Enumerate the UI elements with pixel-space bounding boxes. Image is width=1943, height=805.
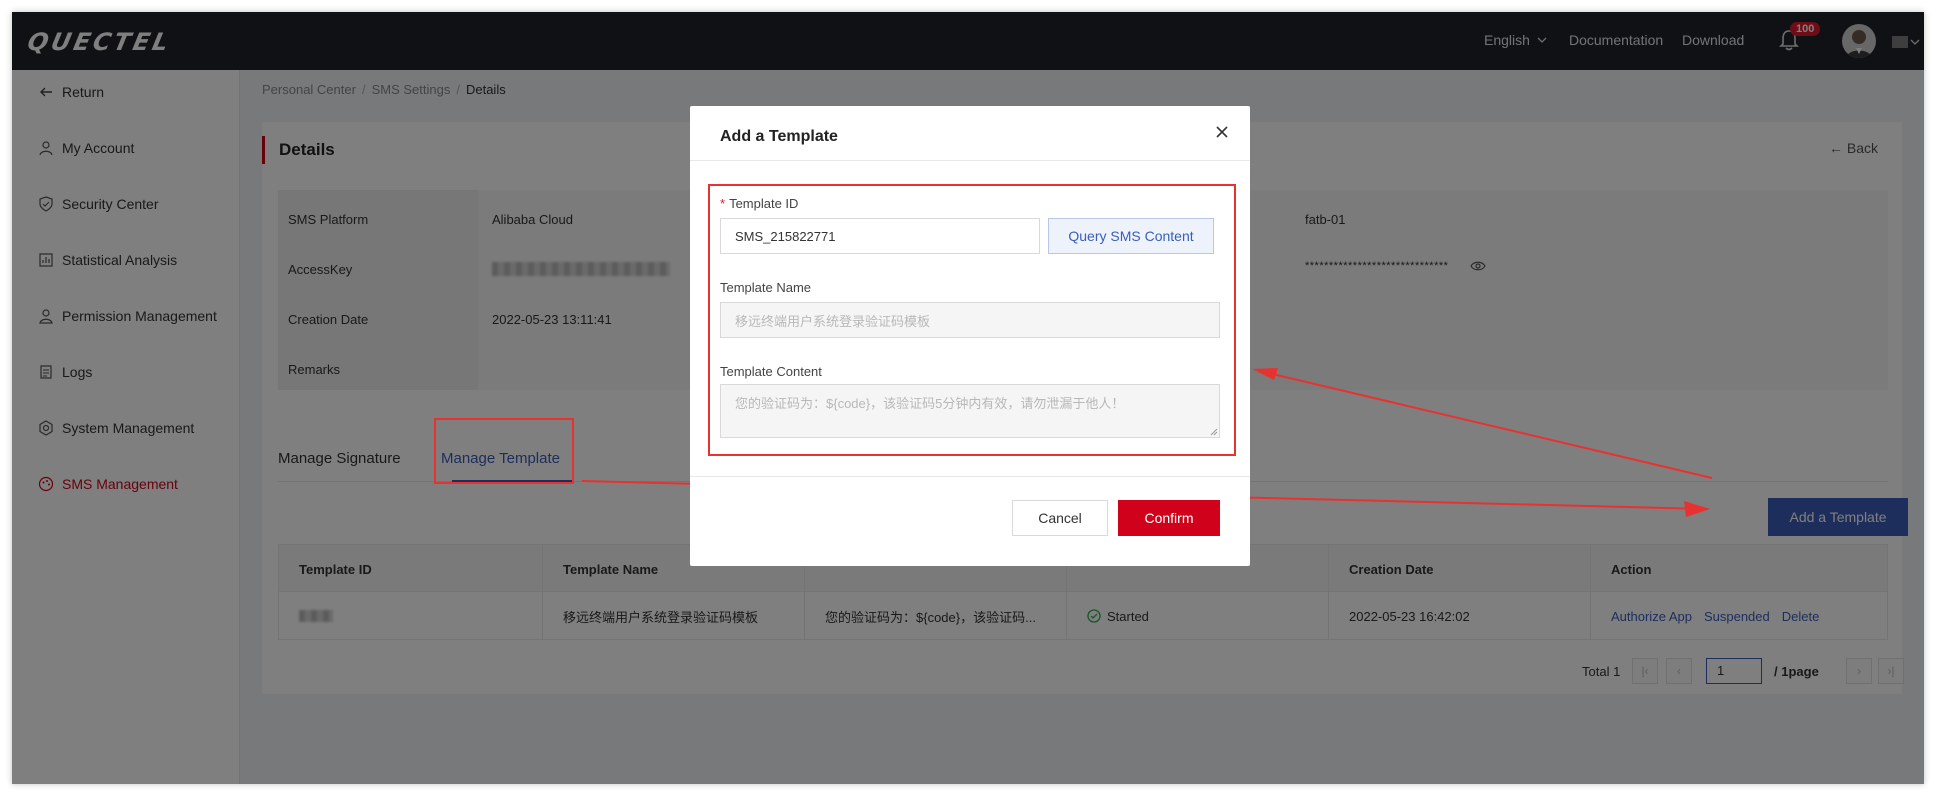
confirm-button[interactable]: Confirm [1118, 500, 1220, 536]
resize-handle-icon[interactable] [1210, 428, 1218, 436]
annotation-box [434, 418, 574, 484]
template-name-input[interactable]: 移远终端用户系统登录验证码模板 [720, 302, 1220, 338]
app-window: QUECTEL English Documentation Download 1… [12, 12, 1924, 784]
close-icon[interactable] [1214, 124, 1230, 140]
template-id-label: * Template ID [720, 196, 799, 211]
template-name-label: Template Name [720, 280, 812, 295]
cancel-button[interactable]: Cancel [1012, 500, 1108, 536]
template-content-label: Template Content [720, 364, 822, 379]
template-id-input[interactable]: SMS_215822771 [720, 218, 1040, 254]
template-content-textarea[interactable]: 您的验证码为：${code}，该验证码5分钟内有效，请勿泄漏于他人！ [720, 384, 1220, 438]
dialog-title: Add a Template [720, 128, 838, 145]
add-template-dialog: Add a Template * Template ID SMS_21582277… [690, 106, 1250, 566]
query-sms-content-button[interactable]: Query SMS Content [1048, 218, 1214, 254]
